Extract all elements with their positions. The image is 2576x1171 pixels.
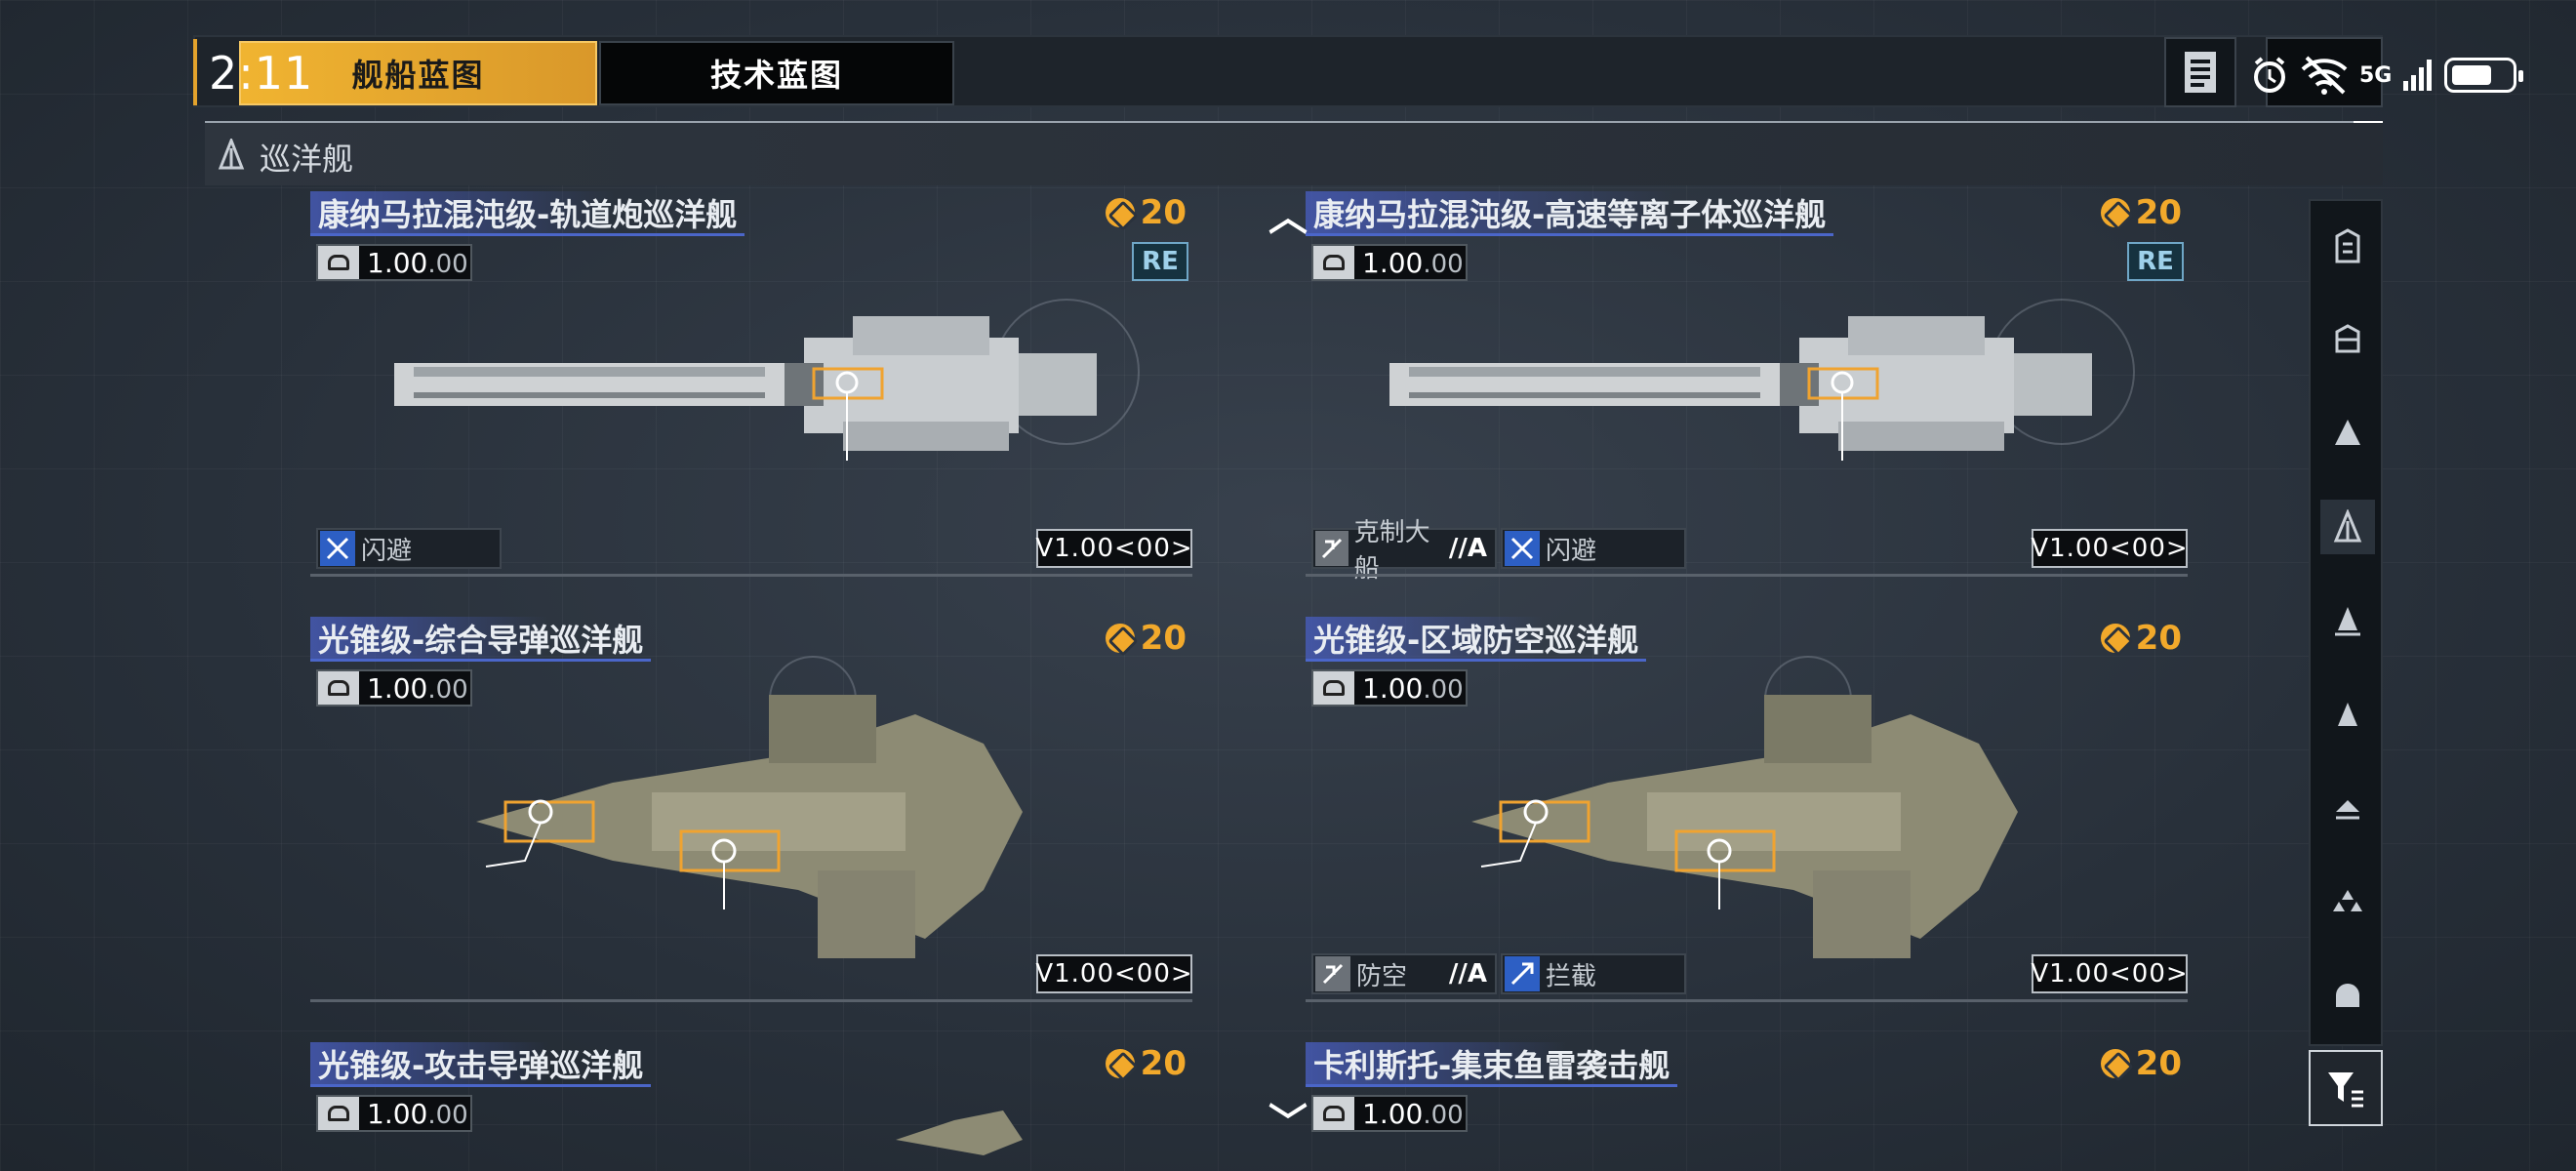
cost-label: 20	[2100, 1044, 2182, 1083]
coin-icon	[2100, 1049, 2130, 1078]
version-box: 1.00.00	[1311, 669, 1468, 707]
scroll-down-icon[interactable]: ﹀	[1268, 1091, 1308, 1148]
version-box: 1.00.00	[316, 244, 472, 281]
corvette-icon[interactable]	[2320, 781, 2375, 835]
divider	[1306, 574, 2188, 577]
top-bar: 舰船蓝图 技术蓝图	[193, 35, 2383, 107]
blueprint-version: V1.00<00>	[1035, 529, 1192, 568]
fighter-icon[interactable]	[2320, 874, 2375, 929]
tab-tech-blueprint[interactable]: 技术蓝图	[599, 41, 954, 105]
coin-icon	[1105, 624, 1135, 653]
accent-bar	[193, 39, 197, 105]
ship-card[interactable]: 光锥级-区域防空巡洋舰 20 1.00.00 防空//A 拦截 V1.00<00…	[1306, 617, 2188, 1027]
aux-icon[interactable]	[2320, 968, 2375, 1023]
anti-air-icon	[1315, 956, 1350, 991]
ship-card[interactable]: 光锥级-综合导弹巡洋舰 20 1.00.00 V1.00<00>	[310, 617, 1192, 1027]
ship-title: 康纳马拉混沌级-高速等离子体巡洋舰	[1306, 191, 1834, 236]
ship-card[interactable]: 卡利斯托-集束鱼雷袭击舰 20 1.00.00	[1306, 1042, 2188, 1171]
counter-icon	[1315, 531, 1348, 566]
carrier-icon[interactable]	[2320, 219, 2375, 273]
divider	[310, 574, 1192, 577]
ship-title: 光锥级-攻击导弹巡洋舰	[310, 1042, 652, 1087]
document-icon	[2185, 52, 2216, 93]
tag-list: 防空//A 拦截	[1311, 953, 1686, 994]
re-badge: RE	[2127, 242, 2184, 281]
evade-icon	[320, 531, 355, 566]
tag-counter-big[interactable]: 克制大船//A	[1311, 518, 1497, 584]
ship-image	[896, 1110, 1023, 1155]
version-box: 1.00.00	[1311, 1095, 1468, 1132]
divider	[310, 999, 1192, 1002]
ship-title: 光锥级-区域防空巡洋舰	[1306, 617, 1647, 662]
tag-evade[interactable]: 闪避	[1501, 528, 1686, 569]
intercept-icon	[1505, 956, 1540, 991]
battery-icon	[2444, 58, 2524, 93]
destroyer-icon[interactable]	[2320, 593, 2375, 648]
version-box: 1.00.00	[316, 1095, 472, 1132]
scroll-up-icon[interactable]: ︿	[1268, 185, 1308, 242]
cruiser-icon[interactable]	[2320, 500, 2375, 554]
tag-intercept[interactable]: 拦截	[1501, 953, 1686, 994]
re-badge: RE	[1132, 242, 1188, 281]
tag-list: 闪避	[316, 528, 502, 569]
cruiser-heavy-icon[interactable]	[2320, 406, 2375, 461]
battlecruiser-icon[interactable]	[2320, 312, 2375, 367]
ship-title: 卡利斯托-集束鱼雷袭击舰	[1306, 1042, 1678, 1087]
ship-title: 康纳马拉混沌级-轨道炮巡洋舰	[310, 191, 745, 236]
coin-icon	[1105, 198, 1135, 227]
tag-evade[interactable]: 闪避	[316, 528, 502, 569]
cost-label: 20	[1105, 193, 1187, 232]
coin-icon	[2100, 624, 2130, 653]
category-bar: 巡洋舰	[205, 121, 2383, 185]
signal-icon	[2403, 60, 2433, 91]
evade-icon	[1505, 531, 1540, 566]
ship-title: 光锥级-综合导弹巡洋舰	[310, 617, 652, 662]
ship-image	[1471, 695, 2018, 958]
ship-card[interactable]: 康纳马拉混沌级-高速等离子体巡洋舰 20 1.00.00 RE 克制大船//A …	[1306, 191, 2188, 601]
coin-icon	[2100, 198, 2130, 227]
helmet-icon	[318, 671, 359, 705]
document-button[interactable]	[2164, 37, 2236, 107]
divider	[1306, 999, 2188, 1002]
helmet-icon	[1313, 671, 1354, 705]
ship-image	[1389, 316, 2092, 461]
helmet-icon	[318, 1097, 359, 1130]
tag-list: 克制大船//A 闪避	[1311, 518, 1686, 584]
ship-class-sidebar	[2309, 199, 2383, 1046]
cost-label: 20	[1105, 1044, 1187, 1083]
blueprint-version: V1.00<00>	[2031, 954, 2188, 993]
filter-icon	[2328, 1072, 2363, 1108]
ship-image	[476, 695, 1023, 958]
helmet-icon	[1313, 246, 1354, 279]
ship-image	[394, 316, 1097, 461]
cost-label: 20	[1105, 619, 1187, 658]
filter-button[interactable]	[2309, 1050, 2383, 1126]
cruiser-icon	[218, 139, 245, 170]
helmet-icon	[318, 246, 359, 279]
network-label: 5G	[2359, 62, 2393, 88]
ship-card[interactable]: 康纳马拉混沌级-轨道炮巡洋舰 20 1.00.00 RE 闪避 V1.00<00…	[310, 191, 1192, 601]
category-label: 巡洋舰	[260, 141, 354, 178]
wifi-off-icon	[2301, 56, 2348, 95]
version-box: 1.00.00	[1311, 244, 1468, 281]
ship-card[interactable]: 光锥级-攻击导弹巡洋舰 20 1.00.00	[310, 1042, 1192, 1171]
cost-label: 20	[2100, 193, 2182, 232]
blueprint-version: V1.00<00>	[1035, 954, 1192, 993]
helmet-icon	[1313, 1097, 1354, 1130]
frigate-icon[interactable]	[2320, 687, 2375, 742]
status-time: 2:11	[209, 47, 314, 100]
version-box: 1.00.00	[316, 669, 472, 707]
alarm-icon	[2254, 57, 2285, 93]
tag-anti-air[interactable]: 防空//A	[1311, 953, 1497, 994]
cost-label: 20	[2100, 619, 2182, 658]
coin-icon	[1105, 1049, 1135, 1078]
status-icons: 5G	[2250, 49, 2524, 101]
blueprint-version: V1.00<00>	[2031, 529, 2188, 568]
